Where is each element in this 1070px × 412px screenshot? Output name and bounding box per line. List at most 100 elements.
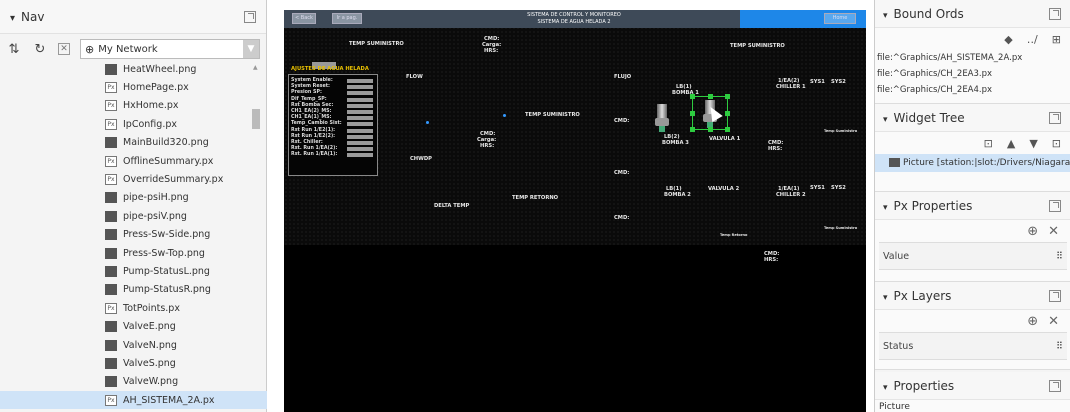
file-list-item[interactable]: Px OverrideSummary.px [0, 170, 267, 188]
px-properties-panel: ▾ Px Properties ⊕ ✕ Value ⠿ [875, 192, 1070, 282]
add-icon[interactable]: ⊕ [1027, 314, 1038, 329]
image-file-icon [105, 357, 117, 369]
file-list-item[interactable]: Px TotPoints.px [0, 299, 267, 317]
remove-icon[interactable]: ✕ [1048, 224, 1059, 239]
back-button[interactable]: < Back [292, 13, 316, 24]
px-properties-header[interactable]: ▾ Px Properties [875, 192, 1070, 220]
nav-title[interactable]: ▾ Nav [10, 10, 44, 24]
settings-row-value[interactable] [347, 122, 373, 127]
px-property-row[interactable]: Value ⠿ [879, 242, 1067, 270]
scroll-up-icon[interactable]: ▲ [253, 64, 258, 71]
px-layers-header[interactable]: ▾ Px Layers [875, 282, 1070, 310]
label-flow: FLOW [406, 74, 423, 80]
expand-icon[interactable] [1049, 379, 1061, 392]
file-list-item[interactable]: ValveS.png [0, 354, 267, 372]
expand-icon[interactable] [1049, 289, 1061, 302]
file-list-item[interactable]: ValveN.png [0, 336, 267, 354]
settings-row-value[interactable] [347, 116, 373, 121]
file-list-item[interactable]: Pump-StatusL.png [0, 262, 267, 280]
bound-ords-title: Bound Ords [893, 6, 964, 21]
collapse-caret-icon[interactable]: ▾ [883, 383, 888, 393]
settings-row-value[interactable] [347, 128, 373, 133]
label-temp-retorno: TEMP RETORNO [512, 195, 559, 201]
nav-scrollbar[interactable]: ▲ [252, 64, 260, 404]
widget-tree-item[interactable]: Picture [station:|slot:/Drivers/Niagara [875, 154, 1070, 172]
settings-row-value[interactable] [347, 147, 373, 152]
graphic-title: SISTEMA DE CONTROL Y MONITOREO SISTEMA D… [464, 12, 684, 25]
collapse-caret-icon[interactable]: ▾ [883, 203, 888, 213]
settings-row-value[interactable] [347, 103, 373, 108]
tag-icon[interactable]: ◆ [1004, 33, 1012, 46]
file-list-item[interactable]: Px IpConfig.px [0, 115, 267, 133]
settings-row-value[interactable] [347, 85, 373, 90]
scrollbar-thumb[interactable] [252, 109, 260, 129]
remove-icon[interactable]: ✕ [1048, 314, 1059, 329]
expand-all-icon[interactable]: ⊡ [1052, 137, 1061, 150]
settings-row-value[interactable] [347, 91, 373, 96]
file-list-item[interactable]: Press-Sw-Side.png [0, 226, 267, 244]
sort-icon[interactable]: ⇅ [6, 42, 22, 57]
file-list-item[interactable]: HeatWheel.png [0, 60, 267, 78]
properties-header[interactable]: ▾ Properties [875, 372, 1070, 400]
px-editor-canvas[interactable]: < Back Ir a pag. SISTEMA DE CONTROL Y MO… [284, 10, 866, 412]
page-button[interactable]: Ir a pag. [332, 13, 362, 24]
collapse-caret-icon[interactable]: ▾ [10, 13, 15, 24]
settings-row-value[interactable] [347, 79, 373, 83]
px-layer-row[interactable]: Status ⠿ [879, 332, 1067, 360]
pump-1-graphic[interactable] [654, 104, 670, 132]
file-list-item[interactable]: pipe-psiV.png [0, 207, 267, 225]
path-icon[interactable]: ‥/ [1027, 33, 1038, 46]
move-up-icon[interactable]: ▲ [1007, 137, 1015, 150]
properties-panel: ▾ Properties Picture [875, 372, 1070, 412]
expand-icon[interactable] [244, 10, 256, 23]
expand-icon[interactable] [1049, 111, 1061, 124]
tree-icon[interactable]: ⊞ [1052, 33, 1061, 46]
home-button[interactable]: Home [824, 13, 856, 24]
chevron-down-icon[interactable]: ▼ [243, 40, 259, 58]
expand-icon[interactable] [1049, 7, 1061, 20]
close-icon[interactable]: ✕ [58, 43, 70, 55]
settings-row-value[interactable] [347, 134, 373, 139]
file-list-item[interactable]: Pump-StatusR.png [0, 281, 267, 299]
bound-ord-item[interactable]: file:^Graphics/AH_SISTEMA_2A.px [875, 50, 1070, 66]
settings-row-value[interactable] [347, 97, 373, 102]
properties-title: Properties [893, 378, 955, 393]
refresh-icon[interactable]: ↻ [32, 42, 48, 57]
image-file-icon [105, 284, 117, 296]
settings-row-label: Dif_Temp_SP: [291, 96, 327, 102]
file-list-item[interactable]: MainBuild320.png [0, 134, 267, 152]
grip-icon[interactable]: ⠿ [1056, 251, 1063, 262]
network-select[interactable]: ⊕ My Network ▼ [80, 39, 260, 59]
settings-row-value[interactable] [347, 110, 373, 114]
px-properties-toolbar: ⊕ ✕ [875, 220, 1070, 242]
file-list-item[interactable]: ValveW.png [0, 373, 267, 391]
image-file-icon [105, 192, 117, 204]
widget-tree-item-label: Picture [station:|slot:/Drivers/Niagara [903, 158, 1070, 168]
move-down-icon[interactable]: ▼ [1029, 137, 1037, 150]
bound-ords-header[interactable]: ▾ Bound Ords [875, 0, 1070, 28]
file-list-item[interactable]: pipe-psiH.png [0, 189, 267, 207]
widget-tree-header[interactable]: ▾ Widget Tree [875, 104, 1070, 132]
expand-icon[interactable] [1049, 199, 1061, 212]
file-list-item[interactable]: ValveE.png [0, 317, 267, 335]
image-file-icon [105, 247, 117, 259]
add-icon[interactable]: ⊕ [1027, 224, 1038, 239]
label-sys2: SYS2 [831, 79, 846, 85]
collapse-caret-icon[interactable]: ▾ [883, 11, 888, 21]
file-list-item[interactable]: Px HomePage.px [0, 78, 267, 96]
file-list-item[interactable]: Px HxHome.px [0, 97, 267, 115]
file-list-item[interactable]: Press-Sw-Top.png [0, 244, 267, 262]
collapse-caret-icon[interactable]: ▾ [883, 115, 888, 125]
file-list-item[interactable]: Px AH_SISTEMA_2A.px [0, 391, 267, 410]
settings-row-value[interactable] [347, 153, 373, 158]
bound-ord-item[interactable]: file:^Graphics/CH_2EA4.px [875, 82, 1070, 98]
bound-ords-toolbar: ◆ ‥/ ⊞ [875, 28, 1070, 50]
bound-ord-item[interactable]: file:^Graphics/CH_2EA3.px [875, 66, 1070, 82]
settings-row-value[interactable] [347, 141, 373, 145]
flow-indicator [426, 121, 429, 124]
collapse-caret-icon[interactable]: ▾ [883, 293, 888, 303]
grip-icon[interactable]: ⠿ [1056, 341, 1063, 352]
file-list-item[interactable]: Px OfflineSummary.px [0, 152, 267, 170]
settings-row-label: Presion SP: [291, 90, 322, 96]
collapse-all-icon[interactable]: ⊡ [984, 137, 993, 150]
